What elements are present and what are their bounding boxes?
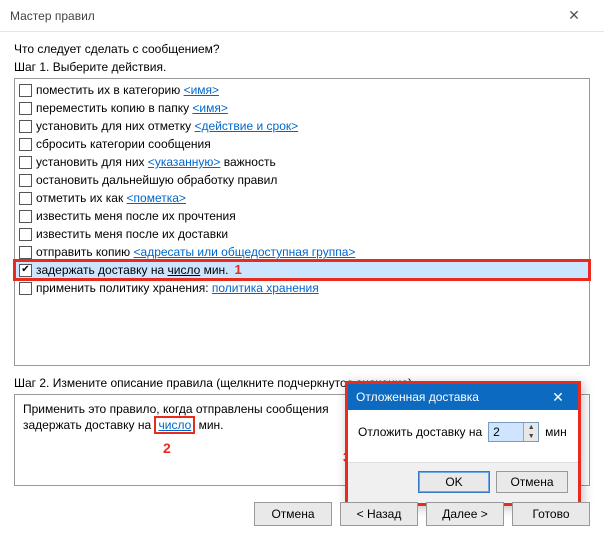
action-checkbox[interactable] (19, 102, 32, 115)
desc-line2-post: мин. (195, 418, 223, 432)
minutes-spinner[interactable]: ▲ ▼ (488, 422, 539, 442)
close-icon[interactable]: ✕ (552, 1, 596, 31)
popup-cancel-button[interactable]: Отмена (496, 471, 568, 493)
action-link[interactable]: <адресаты или общедоступная группа> (134, 245, 356, 259)
action-row[interactable]: задержать доставку на число мин. 1 (15, 261, 589, 279)
action-text: установить для них отметку <действие и с… (36, 117, 298, 135)
action-row[interactable]: установить для них отметку <действие и с… (15, 117, 589, 135)
action-text: установить для них <указанную> важность (36, 153, 276, 171)
action-checkbox[interactable] (19, 282, 32, 295)
cancel-button[interactable]: Отмена (254, 502, 332, 526)
spinner-buttons[interactable]: ▲ ▼ (523, 423, 538, 441)
wizard-footer-buttons: Отмена < Назад Далее > Готово (254, 502, 590, 526)
actions-listbox[interactable]: поместить их в категорию <имя>переместит… (14, 78, 590, 366)
action-link[interactable]: <имя> (184, 83, 219, 97)
step1-label: Шаг 1. Выберите действия. (14, 60, 590, 74)
defer-label-post: мин (545, 425, 567, 439)
annotation-marker-2: 2 (163, 440, 171, 456)
action-text: известить меня после их доставки (36, 225, 228, 243)
minutes-input[interactable] (489, 423, 523, 441)
action-checkbox[interactable] (19, 156, 32, 169)
action-text: известить меня после их прочтения (36, 207, 236, 225)
defer-field-row: Отложить доставку на ▲ ▼ мин (358, 422, 568, 442)
action-checkbox[interactable] (19, 120, 32, 133)
action-text: переместить копию в папку <имя> (36, 99, 228, 117)
window-title: Мастер правил (10, 9, 552, 23)
action-checkbox[interactable] (19, 174, 32, 187)
action-checkbox[interactable] (19, 138, 32, 151)
action-row[interactable]: поместить их в категорию <имя> (15, 81, 589, 99)
popup-titlebar: Отложенная доставка ✕ (348, 384, 578, 410)
next-button[interactable]: Далее > (426, 502, 504, 526)
action-row[interactable]: известить меня после их доставки (15, 225, 589, 243)
titlebar: Мастер правил ✕ (0, 0, 604, 32)
popup-title-text: Отложенная доставка (356, 390, 479, 404)
desc-link-number[interactable]: число (154, 416, 195, 434)
popup-body: Отложить доставку на ▲ ▼ мин (348, 410, 578, 462)
action-checkbox[interactable] (19, 210, 32, 223)
action-link[interactable]: <указанную> (148, 155, 221, 169)
action-underlined[interactable]: число (167, 263, 200, 277)
action-text: отправить копию <адресаты или общедоступ… (36, 243, 355, 261)
action-row[interactable]: остановить дальнейшую обработку правил (15, 171, 589, 189)
action-checkbox[interactable] (19, 192, 32, 205)
action-row[interactable]: применить политику хранения: политика хр… (15, 279, 589, 297)
back-button[interactable]: < Назад (340, 502, 418, 526)
action-text: остановить дальнейшую обработку правил (36, 171, 277, 189)
action-checkbox[interactable] (19, 84, 32, 97)
action-link[interactable]: <пометка> (127, 191, 186, 205)
action-row[interactable]: отметить их как <пометка> (15, 189, 589, 207)
popup-button-row: OK Отмена (348, 462, 578, 503)
action-link[interactable]: <имя> (192, 101, 227, 115)
desc-line2-pre: задержать доставку на (23, 418, 154, 432)
action-text: поместить их в категорию <имя> (36, 81, 219, 99)
action-text: применить политику хранения: политика хр… (36, 279, 319, 297)
action-checkbox[interactable] (19, 228, 32, 241)
action-checkbox[interactable] (19, 246, 32, 259)
deferred-delivery-dialog: Отложенная доставка ✕ Отложить доставку … (345, 381, 581, 506)
action-text: отметить их как <пометка> (36, 189, 186, 207)
action-checkbox[interactable] (19, 264, 32, 277)
prompt-text: Что следует сделать с сообщением? (14, 42, 590, 56)
close-icon[interactable]: ✕ (538, 384, 578, 410)
action-text: сбросить категории сообщения (36, 135, 211, 153)
finish-button[interactable]: Готово (512, 502, 590, 526)
spinner-up-icon[interactable]: ▲ (524, 423, 538, 432)
action-link[interactable]: <действие и срок> (195, 119, 299, 133)
action-row[interactable]: установить для них <указанную> важность (15, 153, 589, 171)
action-link[interactable]: политика хранения (212, 281, 319, 295)
annotation-marker-1: 1 (235, 261, 242, 279)
action-row[interactable]: сбросить категории сообщения (15, 135, 589, 153)
action-text: задержать доставку на число мин. (36, 261, 229, 279)
spinner-down-icon[interactable]: ▼ (524, 432, 538, 441)
action-row[interactable]: переместить копию в папку <имя> (15, 99, 589, 117)
action-row[interactable]: отправить копию <адресаты или общедоступ… (15, 243, 589, 261)
ok-button[interactable]: OK (418, 471, 490, 493)
action-row[interactable]: известить меня после их прочтения (15, 207, 589, 225)
defer-label-pre: Отложить доставку на (358, 425, 482, 439)
